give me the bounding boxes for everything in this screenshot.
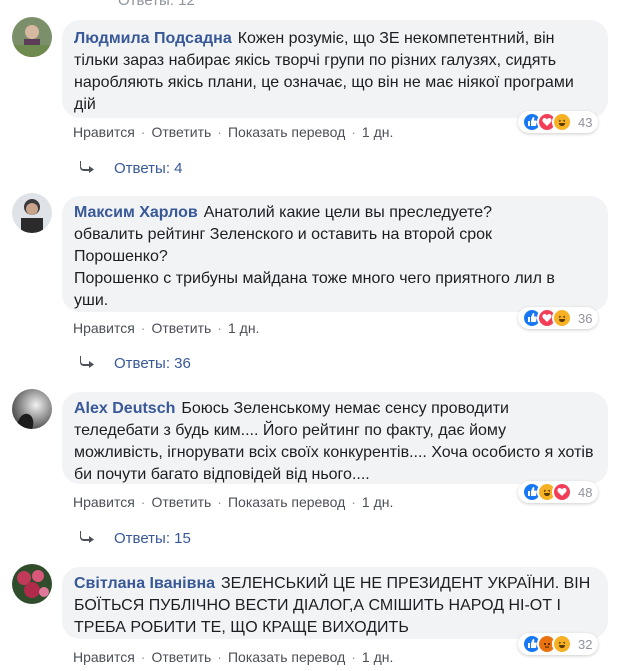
separator: ·: [217, 649, 222, 665]
separator: ·: [351, 649, 356, 665]
reaction-count: 36: [578, 310, 593, 326]
like-link[interactable]: Нравится: [73, 320, 135, 336]
reaction-count: 43: [578, 114, 593, 130]
avatar[interactable]: [12, 193, 52, 233]
timestamp-link[interactable]: 1 дн.: [362, 494, 393, 510]
haha-icon: [552, 112, 572, 132]
separator: ·: [140, 649, 146, 665]
reaction-count: 32: [578, 636, 593, 652]
avatar[interactable]: [12, 17, 52, 57]
separator: ·: [140, 494, 146, 510]
like-link[interactable]: Нравится: [73, 494, 135, 510]
comment-actions: Нравится · Ответить · 1 дн.: [73, 320, 259, 336]
translate-link[interactable]: Показать перевод: [228, 649, 345, 665]
reactions-summary[interactable]: 43: [518, 111, 599, 133]
comment-text-line: обвалить рейтинг Зеленского и оставить н…: [74, 226, 493, 243]
replies-link[interactable]: Ответы: 15: [80, 530, 191, 547]
comment-actions: Нравится · Ответить · Показать перевод · 1 дн.: [73, 649, 393, 665]
replies-link[interactable]: Ответы: 4: [80, 160, 183, 177]
reply-arrow-icon: [80, 530, 94, 547]
comment-bubble: Людмила Подсадна Кожен розуміє, що ЗЕ нек…: [62, 20, 608, 118]
haha-icon: [552, 308, 572, 328]
reply-link[interactable]: Ответить: [151, 124, 211, 140]
timestamp-link[interactable]: 1 дн.: [228, 320, 259, 336]
comment-bubble: Максим Харлов Анатолий какие цели вы прес…: [62, 196, 608, 312]
timestamp-link[interactable]: 1 дн.: [362, 649, 393, 665]
separator: ·: [140, 124, 146, 140]
avatar[interactable]: [12, 564, 52, 604]
haha-icon: [552, 634, 572, 654]
comment-bubble: Alex Deutsch Боюсь Зеленському немає сенс…: [62, 392, 608, 484]
reactions-summary[interactable]: 32: [518, 633, 599, 655]
comment-actions: Нравится · Ответить · Показать перевод · 1 дн.: [73, 124, 393, 140]
replies-count[interactable]: Ответы: 36: [114, 355, 191, 372]
reply-link[interactable]: Ответить: [151, 320, 211, 336]
comment-text-line: уши.: [74, 292, 109, 309]
separator: ·: [217, 124, 222, 140]
translate-link[interactable]: Показать перевод: [228, 494, 345, 510]
replies-count[interactable]: Ответы: 4: [114, 160, 183, 177]
comment-text-line: Порошенко?: [74, 248, 168, 265]
replies-link[interactable]: Ответы: 36: [80, 355, 191, 372]
comment-actions: Нравится · Ответить · Показать перевод · 1 дн.: [73, 494, 393, 510]
timestamp-link[interactable]: 1 дн.: [362, 124, 393, 140]
comment-text-line: Порошенко с трибуны майдана тоже много ч…: [74, 270, 555, 287]
avatar[interactable]: [12, 389, 52, 429]
replies-count[interactable]: Ответы: 15: [114, 530, 191, 547]
comment-author[interactable]: Alex Deutsch: [74, 400, 175, 417]
reaction-count: 48: [578, 484, 593, 500]
reply-arrow-icon: [80, 355, 94, 372]
translate-link[interactable]: Показать перевод: [228, 124, 345, 140]
comment-bubble: Світлана Іванівна ЗЕЛЕНСЬКИЙ ЦЕ НЕ ПРЕЗИД…: [62, 567, 608, 639]
reactions-summary[interactable]: 36: [518, 307, 599, 329]
reply-arrow-icon: [80, 160, 94, 177]
reply-link[interactable]: Ответить: [151, 649, 211, 665]
reply-link[interactable]: Ответить: [151, 494, 211, 510]
comment-text-line: Анатолий какие цели вы преследуете?: [203, 204, 493, 221]
like-link[interactable]: Нравится: [73, 124, 135, 140]
separator: ·: [351, 494, 356, 510]
replies-link-partial[interactable]: Ответы: 12: [118, 0, 195, 9]
like-link[interactable]: Нравится: [73, 649, 135, 665]
separator: ·: [217, 494, 222, 510]
separator: ·: [351, 124, 356, 140]
love-icon: [552, 482, 572, 502]
separator: ·: [140, 320, 146, 336]
reactions-summary[interactable]: 48: [518, 481, 599, 503]
comment-author[interactable]: Світлана Іванівна: [74, 575, 215, 592]
comment-author[interactable]: Людмила Подсадна: [74, 30, 232, 47]
separator: ·: [217, 320, 222, 336]
comment-author[interactable]: Максим Харлов: [74, 204, 198, 221]
